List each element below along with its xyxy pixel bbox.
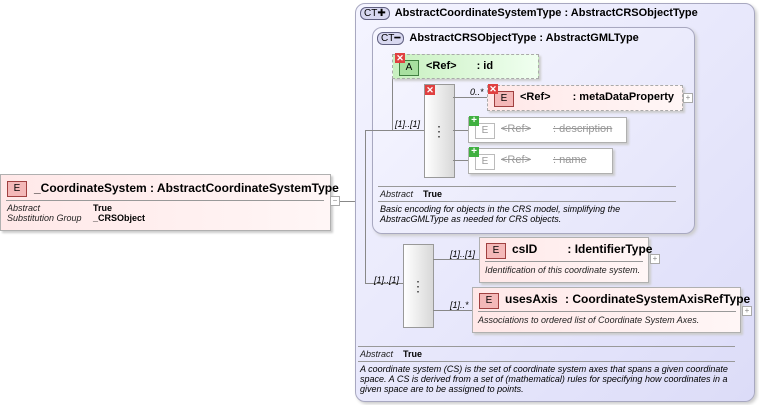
element-csID[interactable]: E csID: IdentifierType Identification of…: [479, 237, 652, 283]
abstract-label: Abstract: [360, 349, 394, 359]
cardinality: [1]..*: [450, 300, 469, 310]
cardinality: [1]..[1]: [450, 249, 476, 259]
expand-button[interactable]: +: [742, 306, 752, 316]
expand-button[interactable]: +: [650, 254, 660, 264]
add-icon: +: [469, 116, 479, 126]
collapse-button[interactable]: −: [330, 196, 340, 206]
element-badge: E: [7, 181, 27, 197]
element-name[interactable]: E <Ref>: name: [468, 148, 613, 174]
optional-icon: ✕: [425, 85, 435, 95]
sequence-compositor[interactable]: ⋮: [403, 244, 434, 328]
prop-value: _CRSObject: [93, 213, 146, 223]
abstract-label: Abstract: [380, 189, 414, 199]
optional-icon: ✕: [488, 84, 498, 94]
root-element[interactable]: E _CoordinateSystem : AbstractCoordinate…: [0, 174, 339, 231]
prop-label: Abstract: [7, 203, 41, 213]
attribute-id[interactable]: A <Ref>: id: [392, 54, 539, 79]
element-metaDataProperty[interactable]: E <Ref>: metaDataProperty: [487, 85, 683, 111]
inner-type-title: CT━ AbstractCRSObjectType : AbstractGMLTy…: [377, 32, 639, 45]
sequence-compositor[interactable]: ⋮: [424, 84, 455, 178]
outer-type-documentation: A coordinate system (CS) is the set of c…: [360, 364, 728, 394]
prop-label: Substitution Group: [7, 213, 82, 223]
cardinality: 0..*: [470, 87, 484, 97]
element-usesAxis[interactable]: E usesAxis : CoordinateSystemAxisRefType…: [472, 287, 750, 333]
element-description[interactable]: E <Ref>: description: [468, 117, 627, 143]
abstract-value: True: [403, 349, 423, 359]
root-element-name: _CoordinateSystem : AbstractCoordinateSy…: [34, 181, 339, 195]
sequence-icon: ⋮: [432, 123, 446, 139]
prop-value: True: [93, 203, 113, 213]
add-icon: +: [469, 147, 479, 157]
abstract-value: True: [423, 189, 443, 199]
cardinality: [1]..[1]: [395, 119, 421, 129]
optional-icon: ✕: [395, 53, 405, 63]
element-badge: E: [486, 243, 506, 259]
expand-button[interactable]: +: [683, 93, 693, 103]
element-documentation: Associations to ordered list of Coordina…: [478, 315, 700, 325]
outer-type-title: CT✚ AbstractCoordinateSystemType : Abstra…: [360, 7, 698, 20]
cardinality: [1]..[1]: [374, 275, 400, 285]
collapse-type-button[interactable]: CT━: [377, 32, 405, 45]
expand-type-button[interactable]: CT✚: [360, 7, 390, 20]
element-badge: E: [479, 293, 499, 309]
inner-type-documentation: Basic encoding for objects in the CRS mo…: [380, 204, 621, 224]
sequence-icon: ⋮: [411, 278, 425, 294]
element-documentation: Identification of this coordinate system…: [485, 265, 641, 275]
